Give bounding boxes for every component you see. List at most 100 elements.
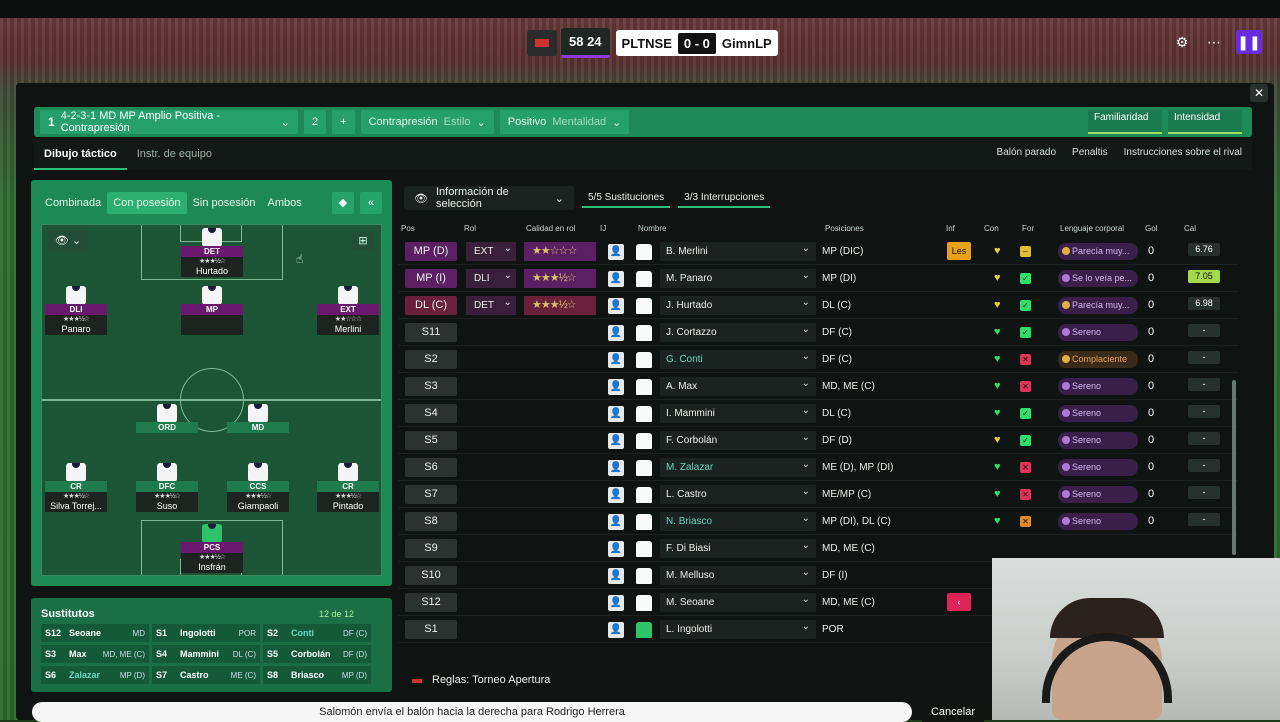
col-name[interactable]: Nombre (638, 224, 666, 233)
pitch-player[interactable]: DET ★★★½☆ Hurtado (181, 228, 243, 277)
tactic-selector[interactable]: 1 4-2-3-1 MD MP Amplio Positiva - Contra… (40, 110, 298, 134)
style-dropdown[interactable]: Contrapresión Estilo ⌄ (360, 110, 494, 134)
settings-gear-icon[interactable]: ⚙ (1172, 32, 1192, 52)
pitch-player[interactable]: PCS ★★★½☆ Insfrán (181, 524, 243, 573)
eye-icon[interactable]: 👁 ⌄ (48, 230, 88, 252)
substitute-item[interactable]: S1 Ingolotti POR (152, 624, 260, 642)
add-tactic-button[interactable]: + (332, 110, 355, 134)
row-player-name[interactable]: M. Zalazar (660, 455, 816, 477)
mentality-dropdown[interactable]: Positivo Mentalidad ⌄ (499, 110, 630, 134)
pitch-player[interactable]: CR ★★★½☆ Silva Torrej... (45, 463, 107, 512)
formation-toggle-icon[interactable]: ⊞ (352, 232, 374, 250)
row-role-dropdown[interactable]: DLI (466, 266, 516, 288)
table-row[interactable]: MP (I) DLI ★★★½☆ 👤 M. Panaro MP (DI) ♥ ✓ Se lo v… (398, 265, 1238, 292)
row-position[interactable]: S3 (405, 377, 457, 396)
table-row[interactable]: S5 👤 F. Corbolán DF (D) ♥ ✓ Sereno 0 - (398, 427, 1238, 454)
row-injury-badge[interactable]: ‹ (947, 593, 971, 611)
row-position[interactable]: MP (I) (405, 269, 457, 288)
player-profile-icon[interactable]: 👤 (608, 595, 624, 611)
table-row[interactable]: S6 👤 M. Zalazar ME (D), MP (DI) ♥ ✕ Sereno 0 - (398, 454, 1238, 481)
row-position[interactable]: MP (D) (405, 242, 457, 261)
player-profile-icon[interactable]: 👤 (608, 487, 624, 503)
substitute-item[interactable]: S4 Mammini DL (C) (152, 645, 260, 663)
selection-info-dropdown[interactable]: 👁 Información de selección ⌄ (404, 186, 574, 210)
row-player-name[interactable]: A. Max (660, 374, 816, 396)
col-inf[interactable]: Inf (946, 224, 955, 233)
row-player-name[interactable]: J. Cortazzo (660, 320, 816, 342)
substitute-item[interactable]: S2 Conti DF (C) (263, 624, 371, 642)
player-profile-icon[interactable]: 👤 (608, 271, 624, 287)
player-profile-icon[interactable]: 👤 (608, 568, 624, 584)
row-injury-badge[interactable]: Les (947, 242, 971, 260)
row-position[interactable]: S2 (405, 350, 457, 369)
row-position[interactable]: S5 (405, 431, 457, 450)
player-profile-icon[interactable]: 👤 (608, 352, 624, 368)
substitute-item[interactable]: S5 Corbolán DF (D) (263, 645, 371, 663)
row-position[interactable]: S10 (405, 566, 457, 585)
col-ij[interactable]: IJ (600, 224, 606, 233)
row-position[interactable]: S12 (405, 593, 457, 612)
row-position[interactable]: DL (C) (405, 296, 457, 315)
player-profile-icon[interactable]: 👤 (608, 406, 624, 422)
player-profile-icon[interactable]: 👤 (608, 514, 624, 530)
table-scrollbar[interactable] (1232, 380, 1236, 555)
pitch-player[interactable]: EXT ★★☆☆☆ Merlini (317, 286, 379, 335)
more-options-icon[interactable]: ⋯ (1204, 32, 1224, 52)
player-profile-icon[interactable]: 👤 (608, 541, 624, 557)
row-role-dropdown[interactable]: EXT (466, 239, 516, 261)
collapse-icon[interactable]: « (360, 192, 382, 214)
player-profile-icon[interactable]: 👤 (608, 622, 624, 638)
table-row[interactable]: DL (C) DET ★★★½☆ 👤 J. Hurtado DL (C) ♥ ✓ Parecía… (398, 292, 1238, 319)
col-goals[interactable]: Gol (1145, 224, 1157, 233)
col-rating[interactable]: Cal (1184, 224, 1196, 233)
table-row[interactable]: MP (D) EXT ★★☆☆☆ 👤 B. Merlini MP (DIC) Les ♥ – Pa… (398, 238, 1238, 265)
tactic-slot-2[interactable]: 2 (304, 110, 327, 134)
substitute-item[interactable]: S7 Castro ME (C) (152, 666, 260, 684)
player-profile-icon[interactable]: 👤 (608, 244, 624, 260)
row-position[interactable]: S1 (405, 620, 457, 639)
player-profile-icon[interactable]: 👤 (608, 298, 624, 314)
row-player-name[interactable]: L. Castro (660, 482, 816, 504)
row-position[interactable]: S4 (405, 404, 457, 423)
table-row[interactable]: S7 👤 L. Castro ME/MP (C) ♥ ✕ Sereno 0 - (398, 481, 1238, 508)
row-position[interactable]: S11 (405, 323, 457, 342)
player-profile-icon[interactable]: 👤 (608, 379, 624, 395)
familiarity-meter[interactable]: Familiaridad (1088, 110, 1162, 134)
row-player-name[interactable]: B. Merlini (660, 239, 816, 261)
tab-combined[interactable]: Combinada (39, 192, 107, 214)
row-position[interactable]: S8 (405, 512, 457, 531)
table-row[interactable]: S8 👤 N. Briasco MP (DI), DL (C) ♥ ✕ Sereno 0 - (398, 508, 1238, 535)
row-position[interactable]: S9 (405, 539, 457, 558)
col-con[interactable]: Con (984, 224, 999, 233)
intensity-meter[interactable]: Intensidad (1168, 110, 1242, 134)
row-player-name[interactable]: M. Panaro (660, 266, 816, 288)
col-role-quality[interactable]: Calidad en rol (526, 224, 575, 233)
tab-tactical-drawing[interactable]: Dibujo táctico (34, 140, 127, 170)
row-position[interactable]: S7 (405, 485, 457, 504)
pitch-player[interactable]: CR ★★★½☆ Pintado (317, 463, 379, 512)
opposition-instructions-button[interactable]: Instrucciones sobre el rival (1124, 147, 1242, 158)
cancel-button[interactable]: Cancelar (922, 702, 984, 722)
pitch-player[interactable]: CCS ★★★½☆ Giampaoli (227, 463, 289, 512)
col-for[interactable]: For (1022, 224, 1034, 233)
tab-team-instructions[interactable]: Instr. de equipo (127, 140, 222, 170)
player-profile-icon[interactable]: 👤 (608, 460, 624, 476)
row-player-name[interactable]: J. Hurtado (660, 293, 816, 315)
row-player-name[interactable]: G. Conti (660, 347, 816, 369)
col-positions[interactable]: Posiciones (825, 224, 864, 233)
table-row[interactable]: S2 👤 G. Conti DF (C) ♥ ✕ Complaciente 0 - (398, 346, 1238, 373)
tab-in-possession[interactable]: Con posesión (107, 192, 187, 214)
penalties-button[interactable]: Penaltis (1072, 147, 1108, 158)
table-row[interactable]: S4 👤 I. Mammini DL (C) ♥ ✓ Sereno 0 - (398, 400, 1238, 427)
substitute-item[interactable]: S12 Seoane MD (41, 624, 149, 642)
pitch-player[interactable]: DFC ★★★½☆ Suso (136, 463, 198, 512)
row-position[interactable]: S6 (405, 458, 457, 477)
table-row[interactable]: S11 👤 J. Cortazzo DF (C) ♥ ✓ Sereno 0 - (398, 319, 1238, 346)
col-role[interactable]: Rol (464, 224, 476, 233)
pitch-player[interactable]: MP (181, 286, 243, 335)
row-player-name[interactable]: I. Mammini (660, 401, 816, 423)
row-player-name[interactable]: M. Seoane (660, 590, 816, 612)
player-profile-icon[interactable]: 👤 (608, 433, 624, 449)
set-pieces-button[interactable]: Balón parado (997, 147, 1057, 158)
col-pos[interactable]: Pos (401, 224, 415, 233)
